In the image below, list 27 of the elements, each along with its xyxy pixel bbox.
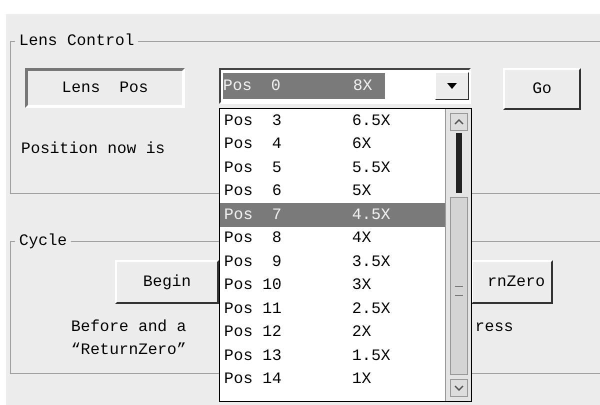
return-zero-button[interactable]: rnZero <box>471 260 553 304</box>
dropdown-option[interactable]: Pos 10 3X <box>220 274 445 297</box>
dropdown-option[interactable]: Pos 3 6.5X <box>220 109 445 132</box>
lens-pos-label: Lens Pos <box>25 68 185 108</box>
dropdown-option[interactable]: Pos 14 1X <box>220 368 445 391</box>
dropdown-option[interactable]: Pos 9 3.5X <box>220 250 445 274</box>
dropdown-option[interactable]: Pos 4 6X <box>220 132 445 156</box>
group-title: Lens Control <box>18 32 136 50</box>
instruction-text: ress <box>475 317 514 338</box>
dropdown-option[interactable]: Pos 7 4.5X <box>220 203 445 226</box>
begin-button[interactable]: Begin <box>115 260 219 304</box>
go-button[interactable]: Go <box>503 68 581 110</box>
dropdown-option[interactable]: Pos 5 5.5X <box>220 156 445 180</box>
position-dropdown[interactable]: Pos 0 8X <box>219 68 471 104</box>
dropdown-option[interactable]: Pos 11 2.5X <box>220 297 445 320</box>
group-title: Cycle <box>18 232 68 250</box>
dropdown-value: Pos 0 8X <box>223 73 385 99</box>
dropdown-option[interactable]: Pos 8 4X <box>220 226 445 250</box>
dropdown-option[interactable]: Pos 13 1.5X <box>220 344 445 368</box>
dropdown-option[interactable]: Pos 12 2X <box>220 320 445 344</box>
scroll-up-icon[interactable] <box>450 113 468 131</box>
instruction-text: Before and a <box>71 317 188 338</box>
scrollbar[interactable] <box>445 109 471 401</box>
dropdown-option[interactable]: Pos 6 5X <box>220 180 445 203</box>
scroll-down-icon[interactable] <box>450 379 468 397</box>
position-text: Position now is <box>21 140 166 158</box>
instruction-text: “ReturnZero” <box>71 340 188 361</box>
